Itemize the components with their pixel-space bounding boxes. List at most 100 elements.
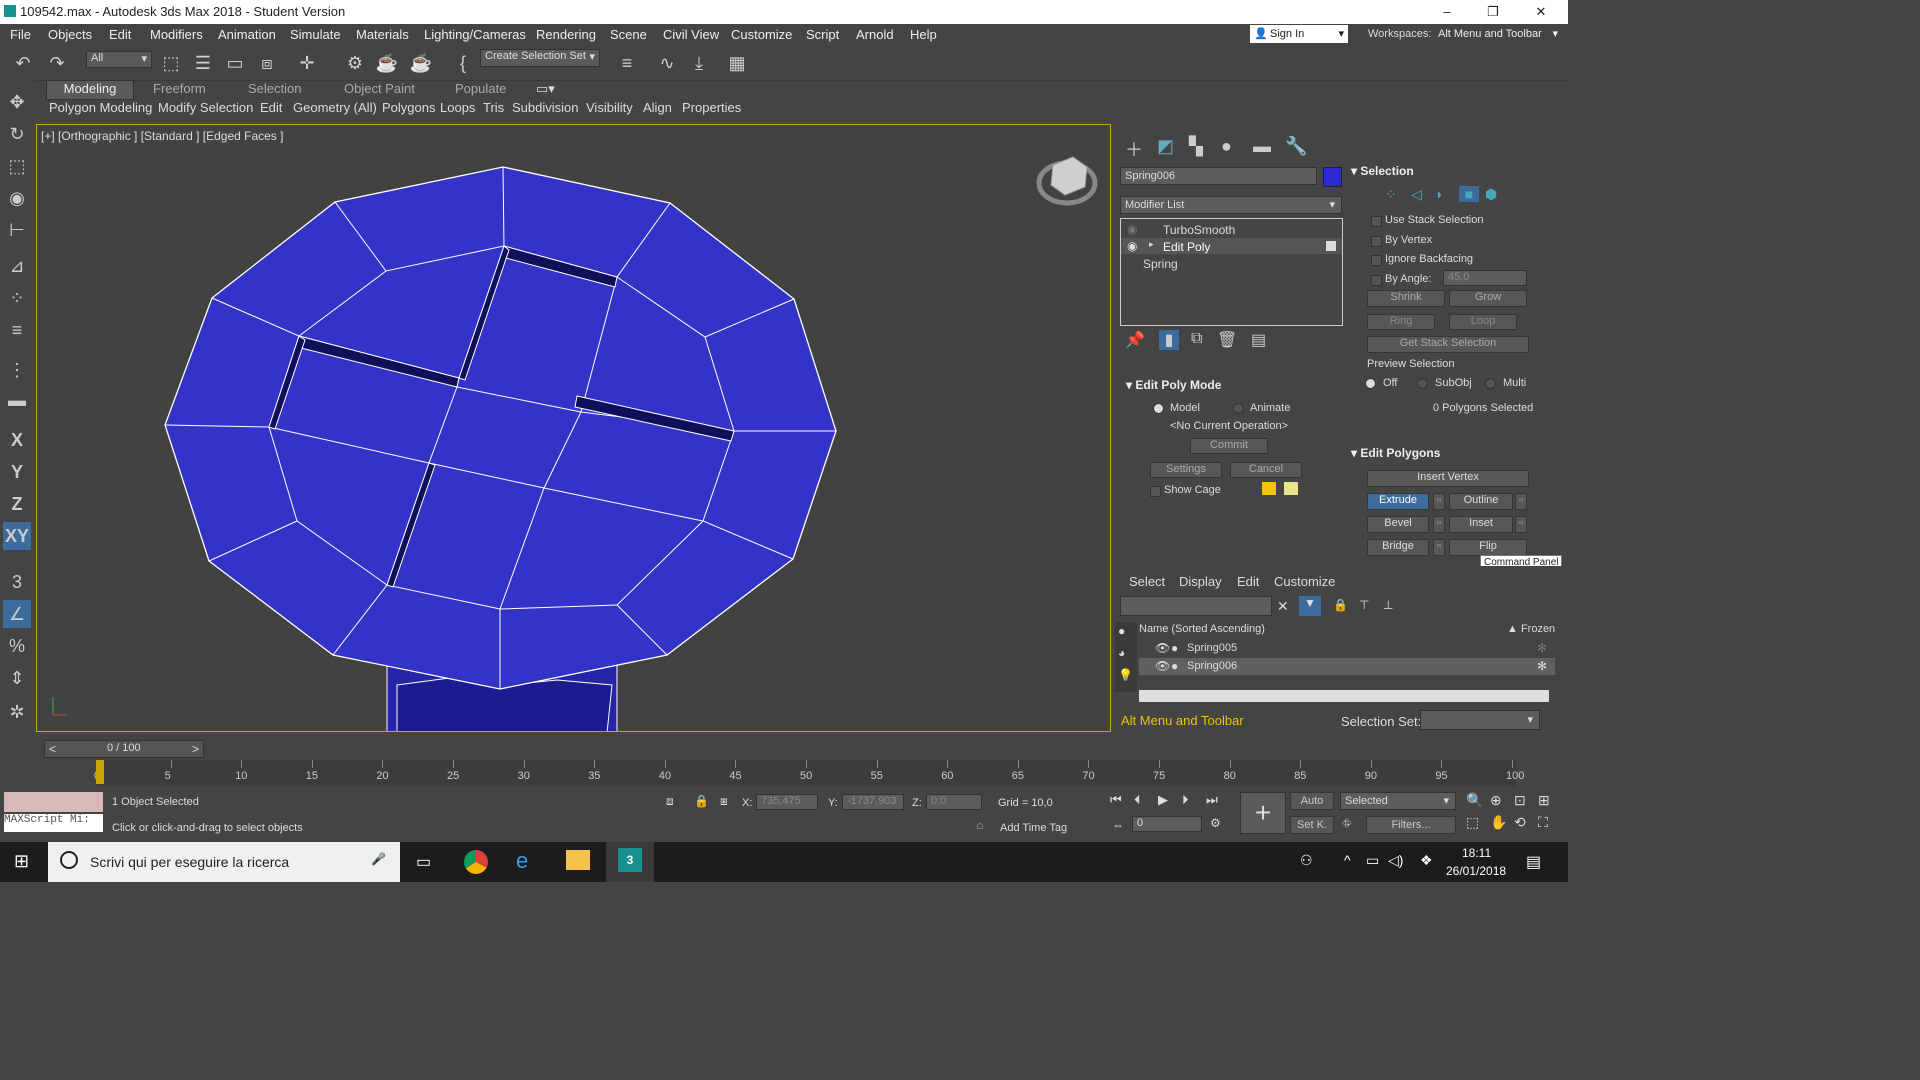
angle-spinner[interactable]: 45,0: [1443, 270, 1527, 286]
key-tangent-icon[interactable]: ⛗: [1342, 816, 1352, 831]
ribbon-loops[interactable]: Loops: [440, 100, 475, 115]
bridge-settings-button[interactable]: ▫: [1433, 539, 1445, 556]
spinner-snap-icon[interactable]: ⇕: [3, 664, 31, 692]
scene-tab-select[interactable]: Select: [1129, 574, 1165, 589]
taskbar-search[interactable]: Scrivi qui per eseguire la ricerca 🎤: [48, 842, 400, 882]
create-selection-set-dropdown[interactable]: Create Selection Set ▾: [480, 49, 600, 67]
people-icon[interactable]: ⚇: [1300, 852, 1313, 869]
ribbon-polygon-modeling[interactable]: Polygon Modeling: [49, 100, 152, 115]
hierarchy-tab-icon[interactable]: ▚: [1189, 136, 1203, 157]
tab-populate[interactable]: Populate: [455, 81, 506, 96]
menu-file[interactable]: File: [10, 27, 31, 42]
menu-lighting-cameras[interactable]: Lighting/Cameras: [424, 27, 526, 42]
vertex-icon[interactable]: ⁘: [1385, 186, 1397, 203]
collapse-icon[interactable]: ⊥: [1383, 598, 1393, 612]
inset-settings-button[interactable]: ▫: [1515, 516, 1527, 533]
selection-filter-dropdown[interactable]: All ▾: [86, 51, 152, 68]
expand-icon[interactable]: ▸: [1149, 239, 1154, 250]
stack-item-turbosmooth[interactable]: ◉ TurboSmooth: [1121, 221, 1342, 237]
set-key-icon[interactable]: +: [1240, 792, 1286, 834]
scene-tab-display[interactable]: Display: [1179, 574, 1222, 589]
windows-start-icon[interactable]: ⊞: [14, 851, 29, 872]
battery-icon[interactable]: ▭: [1366, 852, 1379, 869]
notifications-icon[interactable]: ▤: [1526, 852, 1541, 872]
tab-modeling[interactable]: Modeling: [46, 80, 134, 100]
selection-set-dropdown[interactable]: ▾: [1420, 710, 1540, 730]
edit-poly-mode-title[interactable]: ▾ Edit Poly Mode: [1126, 378, 1221, 392]
clock-date[interactable]: 26/01/2018: [1446, 864, 1506, 878]
prev-frame-icon[interactable]: <: [49, 742, 56, 756]
cage-color-swatch[interactable]: [1262, 482, 1276, 495]
x-axis-icon[interactable]: X: [3, 426, 31, 454]
ribbon-options-icon[interactable]: ▭▾: [536, 81, 555, 97]
utilities-tab-icon[interactable]: 🔧: [1285, 136, 1307, 157]
z-coordinate[interactable]: 0,0: [926, 794, 982, 810]
model-radio[interactable]: [1153, 403, 1164, 414]
animate-radio[interactable]: [1233, 403, 1244, 414]
time-slider[interactable]: < 0 / 100 >: [44, 740, 204, 758]
go-to-end-icon[interactable]: ⏭: [1206, 792, 1218, 808]
restore-button[interactable]: ❐: [1478, 2, 1508, 22]
current-frame-field[interactable]: 0: [1132, 816, 1202, 832]
ring-button[interactable]: Ring: [1367, 314, 1435, 330]
ribbon-geometry-all[interactable]: Geometry (All): [293, 100, 377, 115]
viewcube-icon[interactable]: [1036, 156, 1098, 206]
y-coordinate[interactable]: -1737,903: [842, 794, 904, 810]
bevel-button[interactable]: Bevel: [1367, 516, 1429, 533]
cage-selected-color-swatch[interactable]: [1284, 482, 1298, 495]
make-unique-icon[interactable]: ⧉: [1191, 330, 1202, 348]
transform-gizmo-icon[interactable]: ✲: [3, 698, 31, 726]
time-config-icon[interactable]: ⚙: [1210, 816, 1221, 830]
scene-row-spring005[interactable]: 👁 ● Spring005 ✻: [1139, 640, 1555, 657]
chevron-up-icon[interactable]: ^: [1344, 852, 1351, 868]
render-setup-icon[interactable]: ⚙: [342, 50, 368, 76]
menu-materials[interactable]: Materials: [356, 27, 409, 42]
configure-sets-icon[interactable]: ▤: [1251, 330, 1266, 350]
zoom-icon[interactable]: 🔍: [1466, 792, 1483, 809]
object-color-swatch[interactable]: [1323, 167, 1342, 187]
rotate-icon[interactable]: ↻: [3, 120, 31, 148]
menu-arnold[interactable]: Arnold: [856, 27, 894, 42]
y-axis-icon[interactable]: Y: [3, 458, 31, 486]
menu-edit[interactable]: Edit: [109, 27, 131, 42]
object-name-field[interactable]: Spring006: [1120, 167, 1317, 185]
task-view-icon[interactable]: ▭: [416, 852, 431, 872]
key-mode-icon[interactable]: ⇔: [1112, 818, 1124, 832]
redo-icon[interactable]: ↷: [44, 50, 70, 76]
clock-time[interactable]: 18:11: [1462, 846, 1491, 860]
menu-script[interactable]: Script: [806, 27, 839, 42]
menu-modifiers[interactable]: Modifiers: [150, 27, 203, 42]
named-selection-icon[interactable]: {: [450, 50, 476, 76]
minimize-button[interactable]: –: [1432, 2, 1462, 22]
next-frame-icon[interactable]: >: [192, 742, 199, 756]
rectangle-selection-icon[interactable]: ▭: [222, 50, 248, 76]
bevel-settings-button[interactable]: ▫: [1433, 516, 1445, 533]
create-tab-icon[interactable]: ＋: [1125, 136, 1143, 162]
set-key-button[interactable]: Set K.: [1290, 816, 1334, 834]
scene-tab-customize[interactable]: Customize: [1274, 574, 1335, 589]
workspace-dropdown[interactable]: Alt Menu and Toolbar: [1115, 710, 1275, 732]
go-to-start-icon[interactable]: ⏮: [1110, 792, 1122, 808]
ribbon-subdivision[interactable]: Subdivision: [512, 100, 579, 115]
zoom-extents-icon[interactable]: ⊡: [1514, 792, 1526, 809]
material-editor-icon[interactable]: ▦: [724, 50, 750, 76]
polygon-icon[interactable]: ■: [1459, 186, 1479, 202]
selection-lock-icon[interactable]: 🔒: [694, 794, 709, 808]
border-icon[interactable]: ◗: [1435, 186, 1443, 202]
xy-plane-icon[interactable]: XY: [3, 522, 31, 550]
filter-icon[interactable]: ▼: [1299, 596, 1321, 616]
maxscript-input[interactable]: MAXScript Mi:: [4, 814, 103, 832]
eye-icon[interactable]: ◉: [1127, 222, 1137, 236]
dropbox-icon[interactable]: ❖: [1420, 852, 1433, 869]
loop-button[interactable]: Loop: [1449, 314, 1517, 330]
get-stack-selection-button[interactable]: Get Stack Selection: [1367, 336, 1529, 353]
objects-filter-icon[interactable]: ●: [1118, 624, 1125, 638]
ribbon-align[interactable]: Align: [643, 100, 672, 115]
scene-tab-edit[interactable]: Edit: [1237, 574, 1259, 589]
element-icon[interactable]: ⬢: [1485, 186, 1497, 203]
schematic-view-icon[interactable]: ⤓: [686, 50, 712, 76]
stack-item-edit-poly[interactable]: ◉ ▸ Edit Poly: [1121, 238, 1342, 254]
snap-3d-icon[interactable]: 3: [3, 568, 31, 596]
eye-icon[interactable]: 👁: [1155, 641, 1170, 655]
grow-button[interactable]: Grow: [1449, 290, 1527, 307]
